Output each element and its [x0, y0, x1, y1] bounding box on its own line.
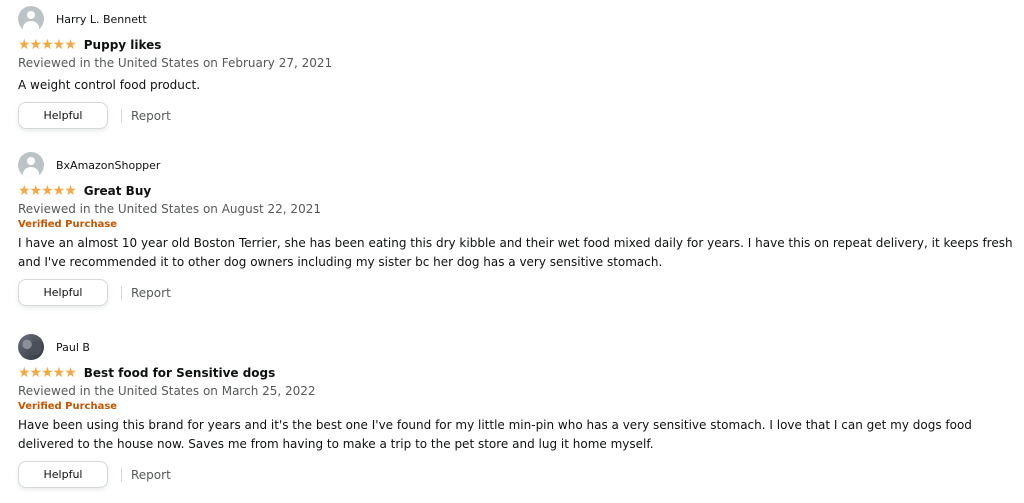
- report-link[interactable]: Report: [131, 109, 171, 123]
- review-body: Have been using this brand for years and…: [18, 418, 972, 451]
- review-body: I have an almost 10 year old Boston Terr…: [18, 236, 1013, 269]
- star-rating-icon[interactable]: ★★★★★: [18, 37, 77, 53]
- review-title[interactable]: Best food for Sensitive dogs: [84, 366, 276, 380]
- review-title[interactable]: Great Buy: [84, 184, 151, 198]
- reviewer-profile[interactable]: BxAmazonShopper: [18, 152, 1018, 178]
- star-rating-icon[interactable]: ★★★★★: [18, 365, 77, 381]
- review-actions: Helpful Report: [18, 279, 1018, 306]
- review-actions: Helpful Report: [18, 102, 1018, 129]
- verified-purchase-badge: Verified Purchase: [18, 219, 118, 230]
- review-item: BxAmazonShopper ★★★★★ Great Buy Reviewed…: [18, 152, 1018, 306]
- review-item: Paul B ★★★★★ Best food for Sensitive dog…: [18, 334, 1018, 488]
- divider: [121, 285, 122, 300]
- helpful-button[interactable]: Helpful: [18, 102, 108, 129]
- review-title-row: ★★★★★ Puppy likes: [18, 36, 1018, 54]
- default-avatar-icon: [18, 6, 44, 32]
- reviewer-name[interactable]: BxAmazonShopper: [56, 159, 160, 172]
- review-date: Reviewed in the United States on August …: [18, 202, 321, 216]
- review-title-row: ★★★★★ Best food for Sensitive dogs: [18, 364, 1018, 382]
- star-rating-icon[interactable]: ★★★★★: [18, 183, 77, 199]
- verified-purchase-badge: Verified Purchase: [18, 401, 118, 412]
- helpful-button[interactable]: Helpful: [18, 461, 108, 488]
- reviewer-name[interactable]: Paul B: [56, 341, 90, 354]
- reviewer-profile[interactable]: Harry L. Bennett: [18, 6, 1018, 32]
- review-actions: Helpful Report: [18, 461, 1018, 488]
- review-date: Reviewed in the United States on Februar…: [18, 56, 333, 70]
- divider: [121, 467, 122, 482]
- report-link[interactable]: Report: [131, 468, 171, 482]
- review-body: A weight control food product.: [18, 78, 201, 92]
- review-title[interactable]: Puppy likes: [84, 38, 162, 52]
- user-photo-avatar: [18, 334, 44, 360]
- review-title-row: ★★★★★ Great Buy: [18, 182, 1018, 200]
- helpful-button[interactable]: Helpful: [18, 279, 108, 306]
- review-item: Harry L. Bennett ★★★★★ Puppy likes Revie…: [18, 6, 1018, 129]
- report-link[interactable]: Report: [131, 286, 171, 300]
- divider: [121, 108, 122, 123]
- review-date: Reviewed in the United States on March 2…: [18, 384, 316, 398]
- reviewer-name[interactable]: Harry L. Bennett: [56, 13, 147, 26]
- reviewer-profile[interactable]: Paul B: [18, 334, 1018, 360]
- default-avatar-icon: [18, 152, 44, 178]
